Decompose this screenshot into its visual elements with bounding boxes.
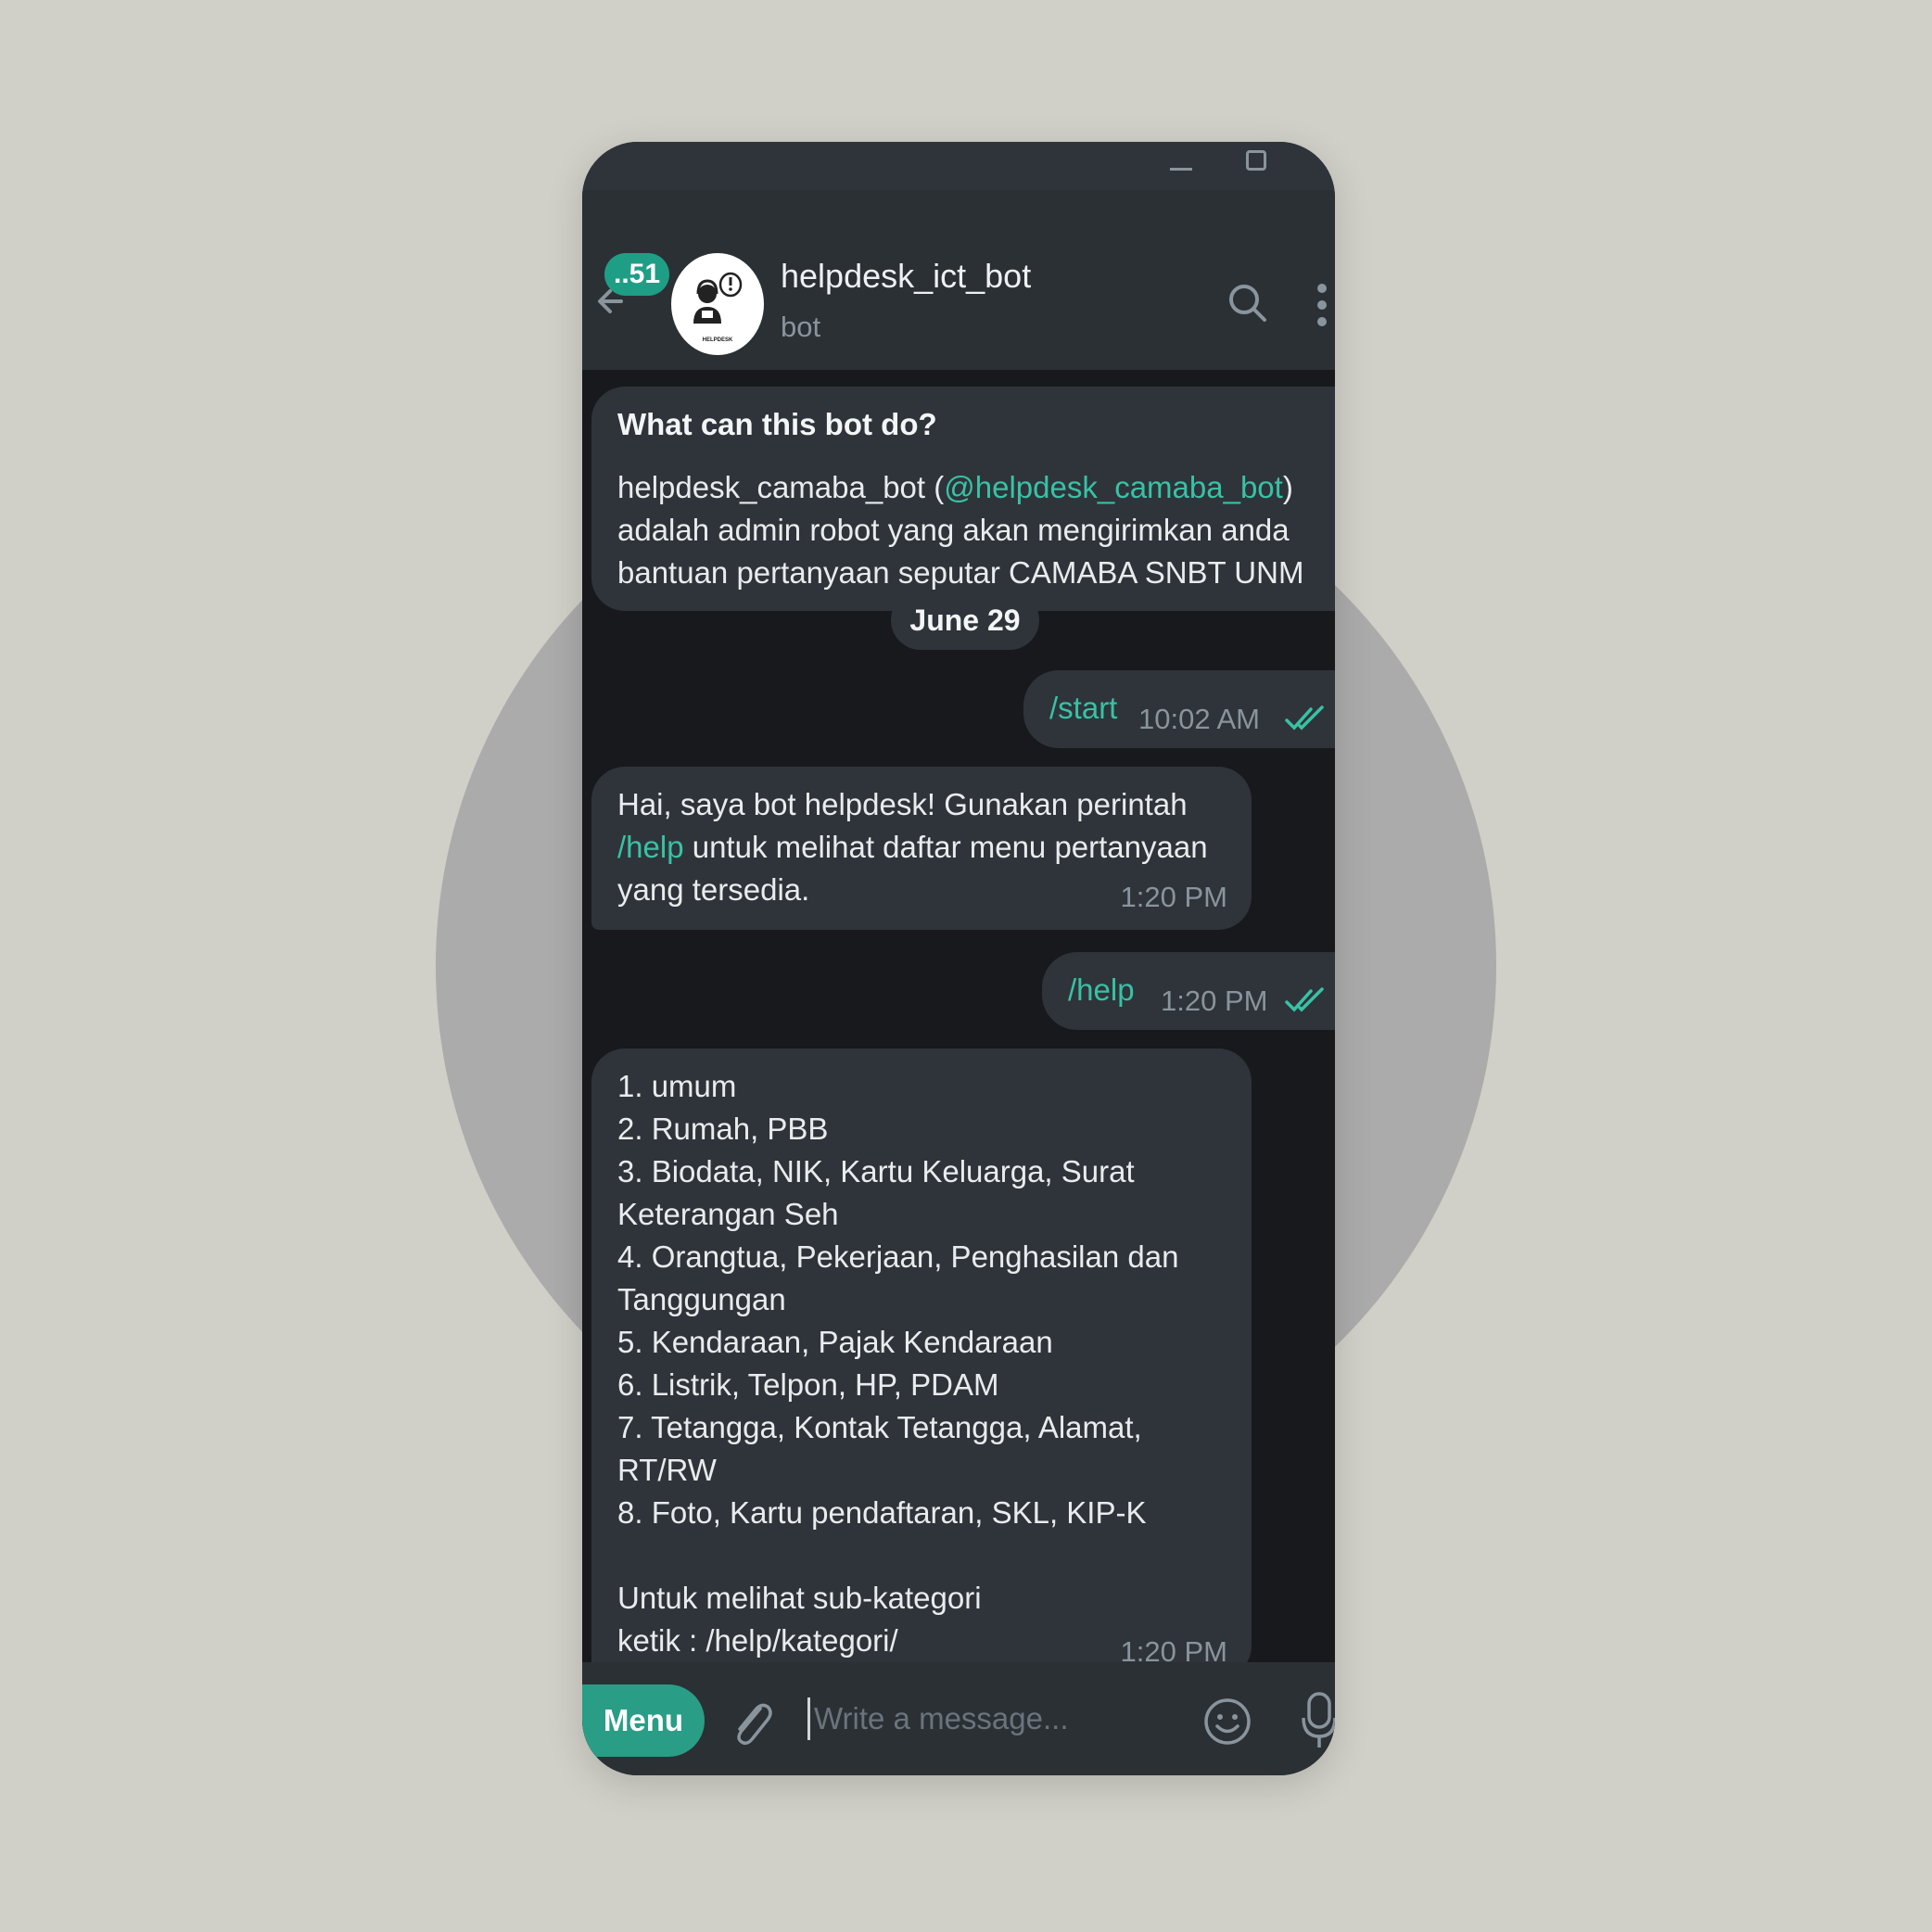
text-caret [807, 1697, 810, 1740]
bot-description-card: What can this bot do? helpdesk_camaba_bo… [591, 387, 1335, 611]
double-check-icon [1285, 987, 1324, 1012]
bot-menu-button[interactable]: Menu [582, 1684, 705, 1757]
microphone-icon[interactable] [1302, 1690, 1335, 1749]
help-menu-line: 5. Kendaraan, Pajak Kendaraan [617, 1325, 1053, 1359]
date-divider: June 29 [891, 591, 1039, 650]
chat-header: ..51 HELPDESK helpdesk_ict_bot bot [582, 190, 1335, 370]
incoming-message: Hai, saya bot helpdesk! Gunakan perintah… [591, 767, 1252, 930]
bot-name[interactable]: helpdesk_ict_bot [781, 257, 1031, 296]
bot-info-desc-line3: bantuan pertanyaan seputar CAMABA SNBT U… [617, 555, 1304, 590]
help-menu-line: Tanggungan [617, 1282, 786, 1316]
bot-info-desc-line2: adalah admin robot yang akan mengirimkan… [617, 513, 1290, 547]
bot-info-description: helpdesk_camaba_bot (@helpdesk_camaba_bo… [617, 466, 1309, 594]
window-titlebar [582, 142, 1335, 190]
message-time: 10:02 AM [1138, 703, 1260, 735]
double-check-icon [1285, 705, 1324, 731]
svg-text:HELPDESK: HELPDESK [703, 337, 733, 343]
maximize-icon[interactable] [1246, 150, 1266, 171]
paperclip-icon[interactable] [729, 1696, 775, 1751]
bot-info-title: What can this bot do? [617, 407, 937, 441]
minimize-icon[interactable] [1170, 168, 1192, 171]
message-text[interactable]: /start [1049, 687, 1117, 730]
help-menu-line: 2. Rumah, PBB [617, 1112, 829, 1146]
bot-info-desc-pre: helpdesk_camaba_bot ( [617, 470, 945, 504]
help-menu-line: Untuk melihat sub-kategori [617, 1581, 982, 1615]
help-command-link[interactable]: /help [617, 830, 684, 864]
message-input[interactable] [812, 1690, 1168, 1748]
bot-username-link[interactable]: @helpdesk_camaba_bot [944, 470, 1283, 504]
bot-status: bot [781, 311, 821, 343]
help-menu-line: 1. umum [617, 1069, 737, 1103]
unread-count-badge[interactable]: ..51 [604, 253, 670, 296]
help-menu-line: 6. Listrik, Telpon, HP, PDAM [617, 1367, 999, 1402]
bot-avatar[interactable]: HELPDESK [671, 253, 764, 355]
message-line: untuk melihat daftar menu pertanyaan [683, 830, 1208, 864]
help-menu-line: Keterangan Seh [617, 1197, 839, 1231]
message-time: 1:20 PM [1161, 985, 1268, 1017]
help-menu-line [617, 1534, 1226, 1577]
search-icon[interactable] [1227, 283, 1268, 324]
outgoing-message[interactable]: /help 1:20 PM [1042, 952, 1335, 1030]
bot-info-desc-post: ) [1282, 470, 1293, 504]
message-time: 1:20 PM [1120, 881, 1227, 913]
message-list[interactable]: What can this bot do? helpdesk_camaba_bo… [582, 370, 1335, 1768]
help-menu-line: 4. Orangtua, Pekerjaan, Penghasilan dan [617, 1239, 1179, 1274]
message-text[interactable]: /help [1068, 969, 1135, 1011]
message-composer: Menu [582, 1662, 1335, 1775]
help-menu-list: 1. umum 2. Rumah, PBB 3. Biodata, NIK, Kar… [617, 1065, 1226, 1705]
more-vertical-icon[interactable] [1316, 283, 1328, 327]
help-menu-line: 8. Foto, Kartu pendaftaran, SKL, KIP-K [617, 1495, 1147, 1530]
message-line: Hai, saya bot helpdesk! Gunakan perintah [617, 787, 1188, 821]
help-menu-line: 7. Tetangga, Kontak Tetangga, Alamat, RT… [617, 1410, 1142, 1487]
help-menu-line: 3. Biodata, NIK, Kartu Keluarga, Surat [617, 1154, 1135, 1188]
message-line: yang tersedia. [617, 872, 810, 907]
outgoing-message[interactable]: /start 10:02 AM [1023, 670, 1335, 748]
incoming-message: 1. umum 2. Rumah, PBB 3. Biodata, NIK, Kar… [591, 1049, 1252, 1700]
emoji-icon[interactable] [1203, 1697, 1252, 1746]
telegram-window: ..51 HELPDESK helpdesk_ict_bot bot What … [582, 142, 1335, 1775]
